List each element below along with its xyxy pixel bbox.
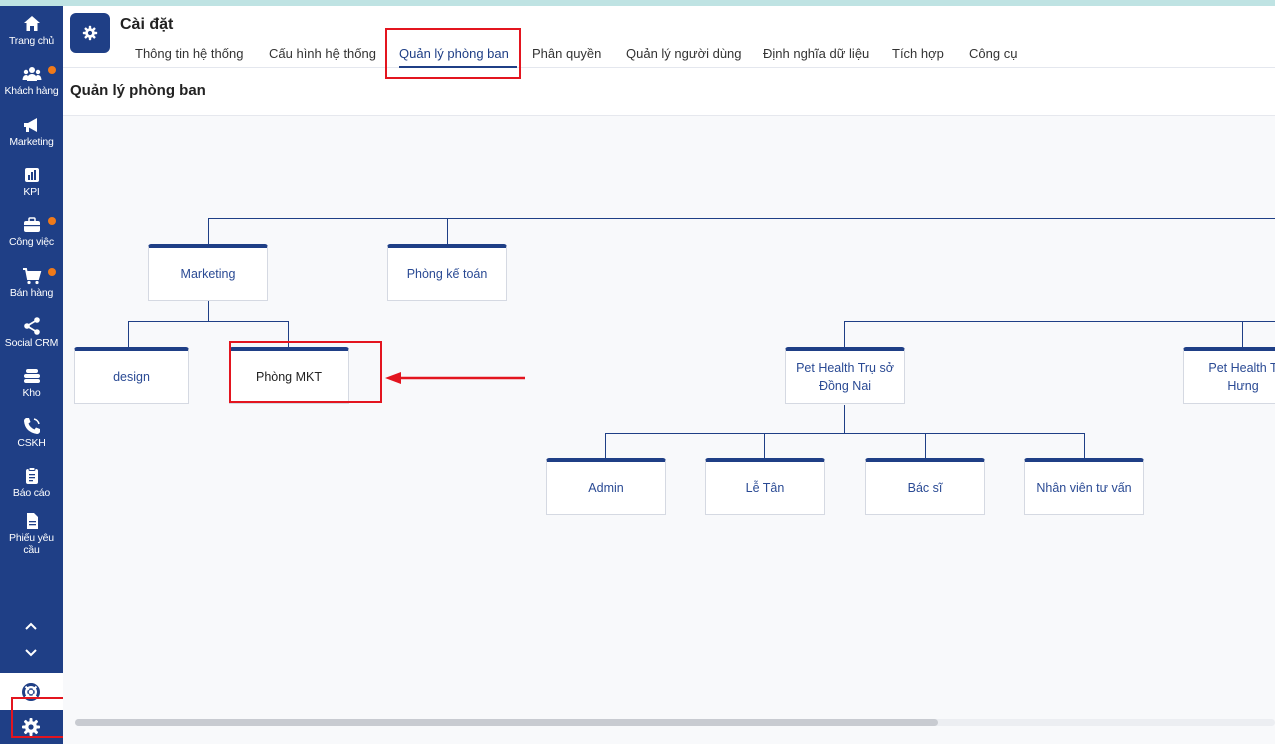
sidebar-item-label: Social CRM <box>4 337 59 349</box>
node-consultant[interactable]: Nhân viên tư vấn <box>1024 458 1144 515</box>
connector <box>844 405 845 433</box>
tab-department-management[interactable]: Quản lý phòng ban <box>399 46 509 61</box>
sidebar-item-customer-care[interactable]: CSKH <box>0 416 63 466</box>
sidebar-item-home[interactable]: Trang chủ <box>0 14 63 64</box>
lifebuoy-icon <box>22 683 40 701</box>
connector <box>605 433 1085 434</box>
page-title: Cài đặt <box>120 16 174 33</box>
active-tab-indicator <box>399 66 517 68</box>
sidebar-item-label: Phiếu yêu cầu <box>9 532 54 556</box>
notification-badge <box>48 268 56 276</box>
sidebar-item-sales[interactable]: Bán hàng <box>0 266 63 316</box>
scrollbar-thumb[interactable] <box>75 719 938 726</box>
scroll-up-button[interactable] <box>20 616 42 636</box>
connector <box>128 321 129 348</box>
settings-button[interactable] <box>0 710 63 744</box>
phone-icon <box>23 418 40 434</box>
section-title: Quản lý phòng ban <box>70 82 206 99</box>
tab-system-info[interactable]: Thông tin hệ thống <box>135 46 243 61</box>
sidebar-item-social-crm[interactable]: Social CRM <box>0 316 63 366</box>
sidebar-item-label: Kho <box>22 387 41 399</box>
node-doctor[interactable]: Bác sĩ <box>865 458 985 515</box>
node-accounting[interactable]: Phòng kế toán <box>387 244 507 301</box>
sidebar-item-label: Khách hàng <box>4 85 59 97</box>
connector <box>605 433 606 459</box>
chevron-up-icon <box>25 622 37 630</box>
tab-user-management[interactable]: Quản lý người dùng <box>626 46 742 61</box>
scroll-down-button[interactable] <box>20 643 42 663</box>
cart-icon <box>22 268 41 285</box>
briefcase-icon <box>23 217 40 232</box>
tab-permissions[interactable]: Phân quyền <box>532 46 601 61</box>
gear-icon <box>22 718 40 736</box>
chart-icon <box>24 168 39 182</box>
sidebar-item-warehouse[interactable]: Kho <box>0 366 63 416</box>
sidebar: Trang chủ Khách hàng Marketing KPI Công … <box>0 6 63 744</box>
connector <box>1242 321 1243 348</box>
share-icon <box>23 317 40 335</box>
sidebar-item-reports[interactable]: Báo cáo <box>0 466 63 516</box>
customers-icon <box>22 67 41 81</box>
tab-tools[interactable]: Công cụ <box>969 46 1017 61</box>
node-design[interactable]: design <box>74 347 189 404</box>
node-reception[interactable]: Lễ Tân <box>705 458 825 515</box>
home-icon <box>23 16 40 31</box>
sidebar-item-label: Bán hàng <box>9 287 54 299</box>
sidebar-item-tasks[interactable]: Công việc <box>0 215 63 265</box>
sidebar-item-label: Trang chủ <box>8 35 55 47</box>
annotation-arrow-icon <box>385 372 525 384</box>
connector <box>1084 433 1085 459</box>
connector <box>208 218 1275 219</box>
sidebar-item-label: Công việc <box>9 236 54 248</box>
tab-system-config[interactable]: Cấu hình hệ thống <box>269 46 376 61</box>
sidebar-item-customers[interactable]: Khách hàng <box>0 64 63 114</box>
sidebar-item-marketing[interactable]: Marketing <box>0 115 63 165</box>
node-admin[interactable]: Admin <box>546 458 666 515</box>
header: Cài đặt Thông tin hệ thống Cấu hình hệ t… <box>63 6 1275 68</box>
notification-badge <box>48 66 56 74</box>
node-pet-health-hq[interactable]: Pet Health Trụ sở Đồng Nai <box>785 347 905 404</box>
chevron-down-icon <box>25 649 37 657</box>
sidebar-item-label: Marketing <box>9 136 54 148</box>
connector <box>128 321 289 322</box>
gear-icon <box>82 25 98 41</box>
clipboard-icon <box>25 467 38 484</box>
document-icon <box>26 513 38 529</box>
megaphone-icon <box>23 118 37 132</box>
sidebar-item-requests[interactable]: Phiếu yêu cầu <box>0 511 63 571</box>
notification-badge <box>48 217 56 225</box>
connector <box>288 321 289 348</box>
node-phong-mkt[interactable]: Phòng MKT <box>229 347 349 404</box>
org-chart-canvas[interactable]: Marketing Phòng kế toán design Phòng MKT… <box>63 115 1275 744</box>
connector <box>925 433 926 459</box>
support-button[interactable] <box>21 682 41 702</box>
horizontal-scrollbar[interactable] <box>75 719 1275 726</box>
connector <box>447 218 448 245</box>
tab-data-definition[interactable]: Định nghĩa dữ liệu <box>763 46 869 61</box>
warehouse-icon <box>23 369 40 383</box>
node-pet-health-branch[interactable]: Pet Health T Hưng <box>1183 347 1275 404</box>
connector <box>208 218 209 245</box>
sidebar-item-kpi[interactable]: KPI <box>0 165 63 215</box>
settings-app-icon <box>70 13 110 53</box>
sidebar-item-label: Báo cáo <box>12 487 51 499</box>
sidebar-item-label: KPI <box>23 186 40 198</box>
sidebar-item-label: CSKH <box>17 437 46 449</box>
connector <box>844 321 1275 322</box>
connector <box>844 321 845 348</box>
connector <box>764 433 765 459</box>
tab-integration[interactable]: Tích hợp <box>892 46 944 61</box>
node-marketing[interactable]: Marketing <box>148 244 268 301</box>
